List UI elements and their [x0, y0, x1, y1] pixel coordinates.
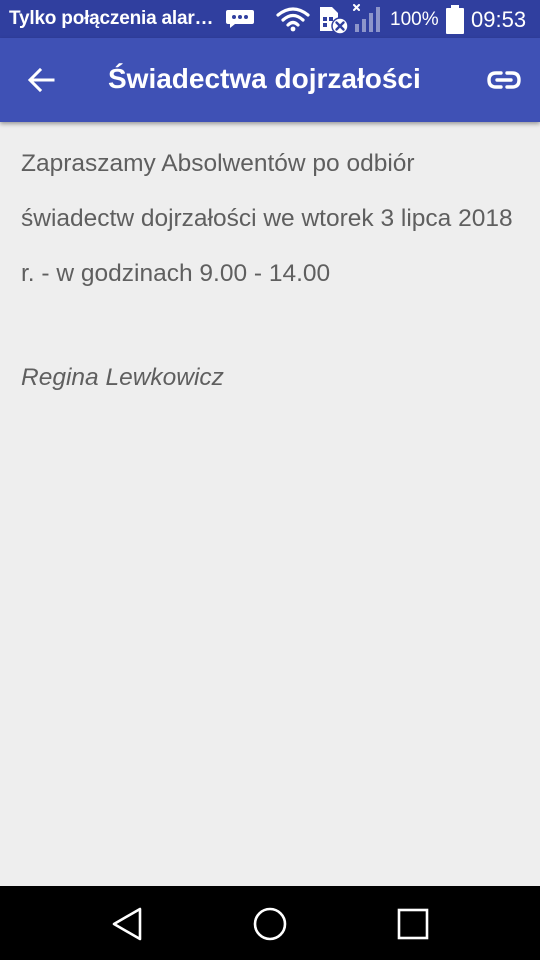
back-button[interactable]	[18, 57, 64, 103]
nav-home-button[interactable]	[248, 902, 292, 946]
nav-home-icon	[253, 907, 287, 941]
signal-icon	[352, 4, 384, 34]
nav-back-button[interactable]	[105, 902, 149, 946]
page-title: Świadectwa dojrzałości	[108, 63, 421, 94]
article-paragraph: Zapraszamy Absolwentów po odbiór świadec…	[21, 150, 513, 287]
nav-recents-icon	[397, 908, 429, 940]
status-carrier-text: Tylko połączenia alar…	[9, 8, 214, 29]
sim-card-icon	[318, 5, 350, 35]
navigation-bar	[0, 886, 540, 960]
nav-back-icon	[112, 907, 142, 941]
battery-icon	[444, 5, 466, 34]
status-bar: Tylko połączenia alar… 100% 09:53	[0, 0, 540, 38]
link-button[interactable]	[481, 57, 527, 103]
battery-percent: 100%	[390, 9, 439, 30]
status-time: 09:53	[471, 7, 527, 32]
article-content: Zapraszamy Absolwentów po odbiór świadec…	[21, 136, 521, 301]
nav-recents-button[interactable]	[391, 902, 435, 946]
message-icon	[225, 9, 255, 29]
article-signature: Regina Lewkowicz	[21, 364, 224, 391]
arrow-back-icon	[27, 67, 55, 93]
wifi-icon	[276, 6, 310, 32]
link-icon	[487, 71, 521, 89]
app-bar: Świadectwa dojrzałości	[0, 38, 540, 122]
